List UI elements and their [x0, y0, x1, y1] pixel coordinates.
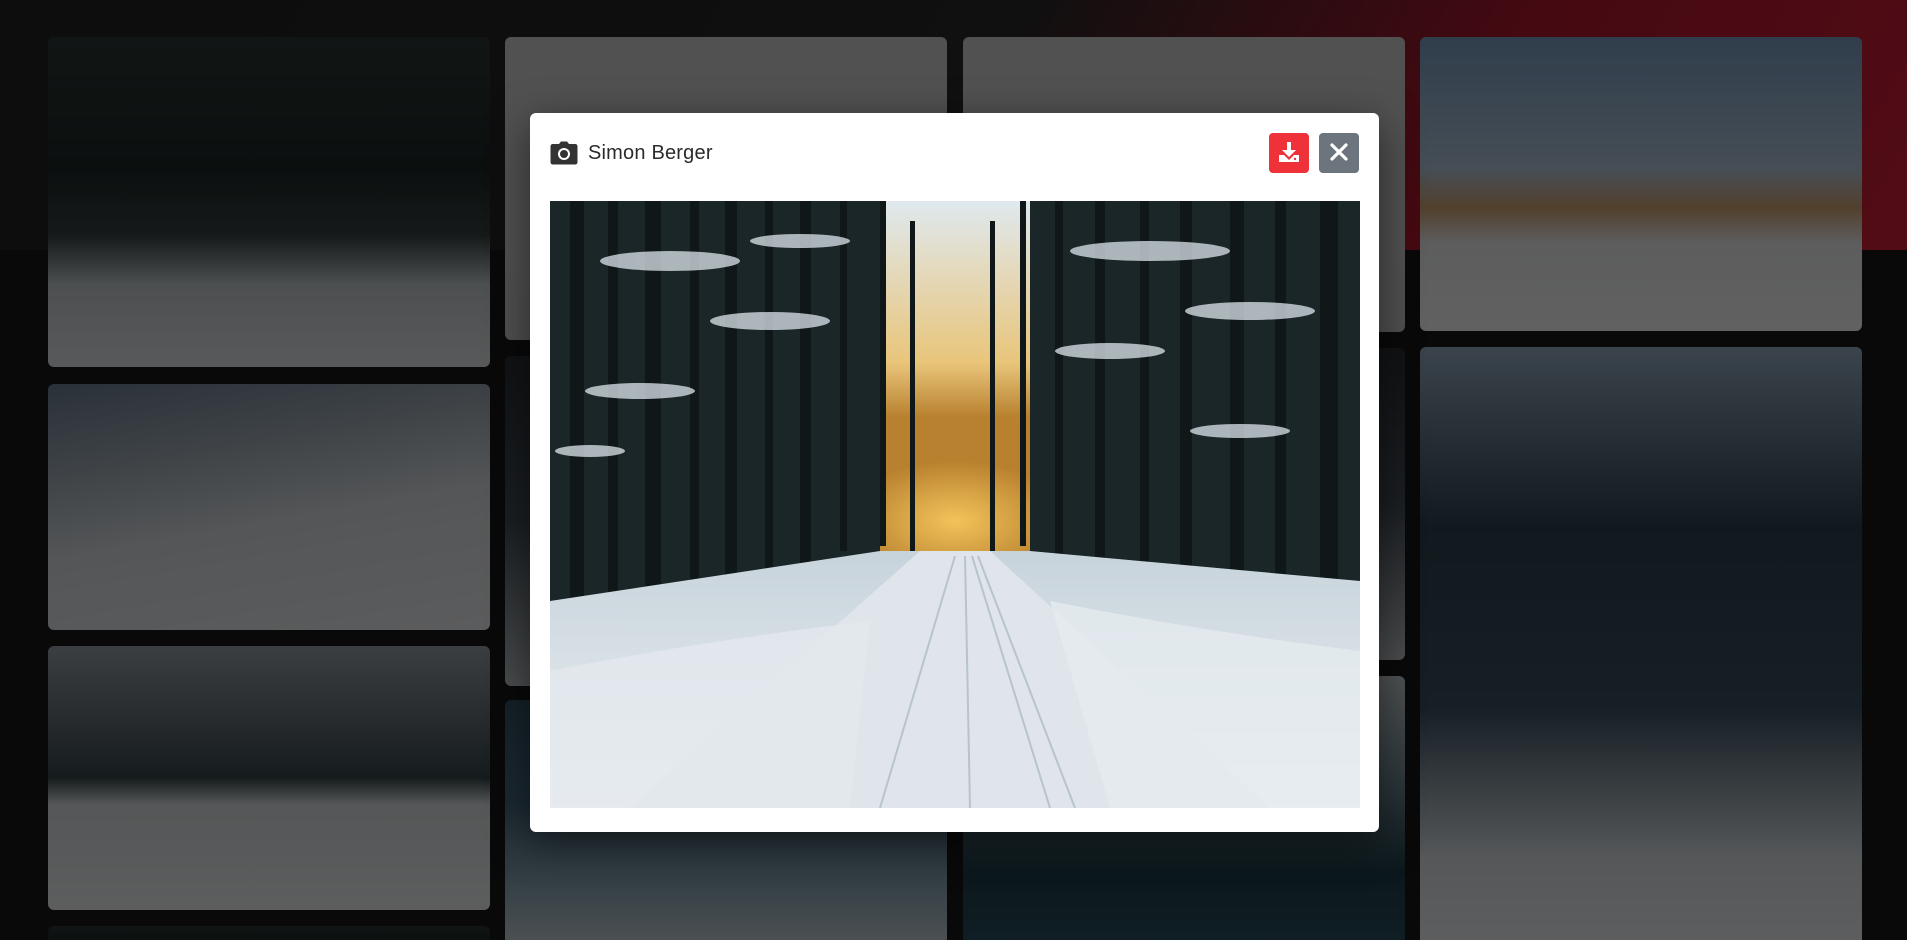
- photographer-name: Simon Berger: [588, 141, 713, 164]
- photo-modal: Simon Berger: [530, 113, 1379, 832]
- camera-icon: [550, 139, 578, 167]
- close-button[interactable]: [1319, 133, 1359, 173]
- modal-actions: [1269, 133, 1359, 173]
- close-icon: [1330, 142, 1348, 164]
- modal-photo: [550, 201, 1360, 808]
- download-icon: [1277, 140, 1301, 167]
- modal-header: Simon Berger: [550, 133, 1359, 173]
- download-button[interactable]: [1269, 133, 1309, 173]
- page: Simon Berger: [0, 0, 1907, 940]
